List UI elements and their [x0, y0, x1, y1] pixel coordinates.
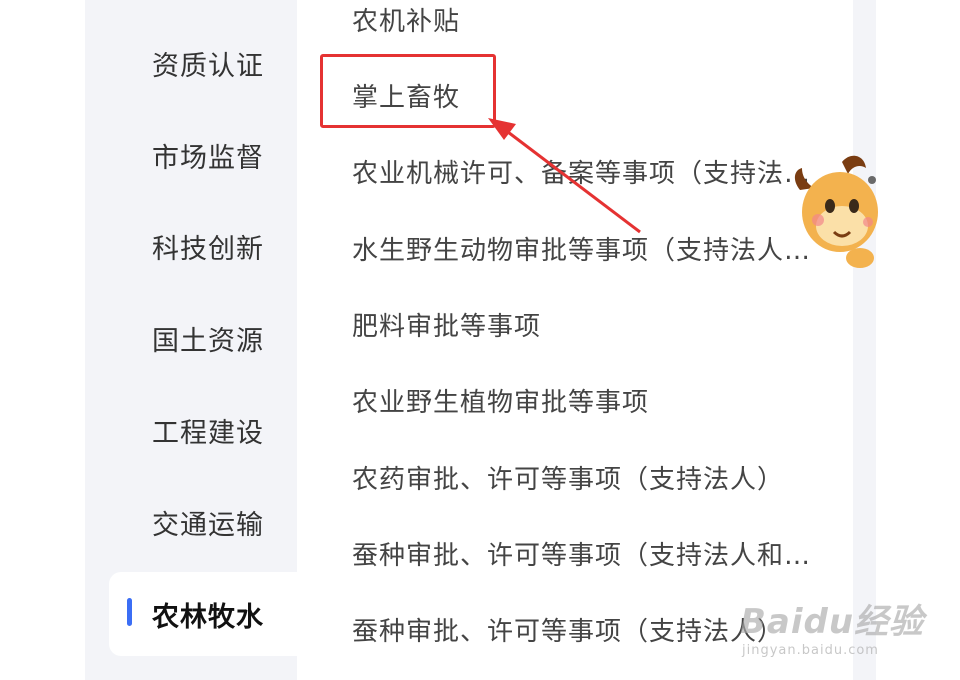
watermark-url: jingyan.baidu.com — [742, 643, 879, 658]
list-item-label: 农药审批、许可等事项（支持法人） — [352, 464, 785, 495]
category-sidebar: 资质认证 市场监督 科技创新 国土资源 工程建设 交通运输 农林牧水 — [85, 0, 297, 680]
sidebar-item-label: 资质认证 — [152, 50, 264, 82]
sidebar-item-label: 市场监督 — [152, 142, 264, 174]
list-item[interactable]: 肥料审批等事项 — [352, 294, 832, 354]
list-item-label: 蚕种审批、许可等事项（支持法人和… — [352, 540, 812, 571]
list-item[interactable]: 农药审批、许可等事项（支持法人） — [352, 447, 832, 507]
sidebar-item-transport[interactable]: 交通运输 — [85, 482, 297, 562]
list-item-label: 农业野生植物审批等事项 — [352, 387, 650, 418]
list-item[interactable]: 蚕种审批、许可等事项（支持法人和… — [352, 523, 832, 583]
right-margin — [876, 0, 960, 680]
sidebar-item-label: 科技创新 — [152, 233, 264, 265]
sidebar-item-qualification[interactable]: 资质认证 — [85, 23, 297, 103]
sidebar-item-label: 农林牧水 — [152, 601, 264, 633]
list-item-label: 蚕种审批、许可等事项（支持法人） — [352, 616, 785, 647]
baidu-watermark: Baidu经验 jingyan.baidu.com — [740, 594, 940, 664]
list-item-label: 水生野生动物审批等事项（支持法人… — [352, 235, 812, 266]
sidebar-item-label: 国土资源 — [152, 325, 264, 357]
list-item[interactable]: 农机补贴 — [352, 0, 832, 49]
list-item[interactable]: 水生野生动物审批等事项（支持法人… — [352, 218, 832, 278]
sidebar-item-market-supervision[interactable]: 市场监督 — [85, 115, 297, 195]
list-item[interactable]: 农业野生植物审批等事项 — [352, 370, 832, 430]
sidebar-item-construction[interactable]: 工程建设 — [85, 390, 297, 470]
annotation-highlight-box — [320, 54, 496, 128]
sidebar-item-land-resources[interactable]: 国土资源 — [85, 298, 297, 378]
list-item[interactable]: 农业机械许可、备案等事项（支持法… — [352, 141, 832, 201]
list-item-label: 农机补贴 — [352, 6, 461, 37]
sidebar-item-label: 交通运输 — [152, 509, 264, 541]
list-item-label: 农业机械许可、备案等事项（支持法… — [352, 158, 812, 189]
sidebar-item-tech-innovation[interactable]: 科技创新 — [85, 206, 297, 286]
sidebar-item-label: 工程建设 — [152, 417, 264, 449]
active-indicator — [127, 598, 132, 626]
list-item-label: 肥料审批等事项 — [352, 311, 542, 342]
sidebar-item-agriculture[interactable]: 农林牧水 — [109, 572, 297, 656]
watermark-logo: Baidu经验 — [740, 602, 925, 642]
mascot-icon — [794, 155, 878, 268]
left-margin — [0, 0, 85, 680]
